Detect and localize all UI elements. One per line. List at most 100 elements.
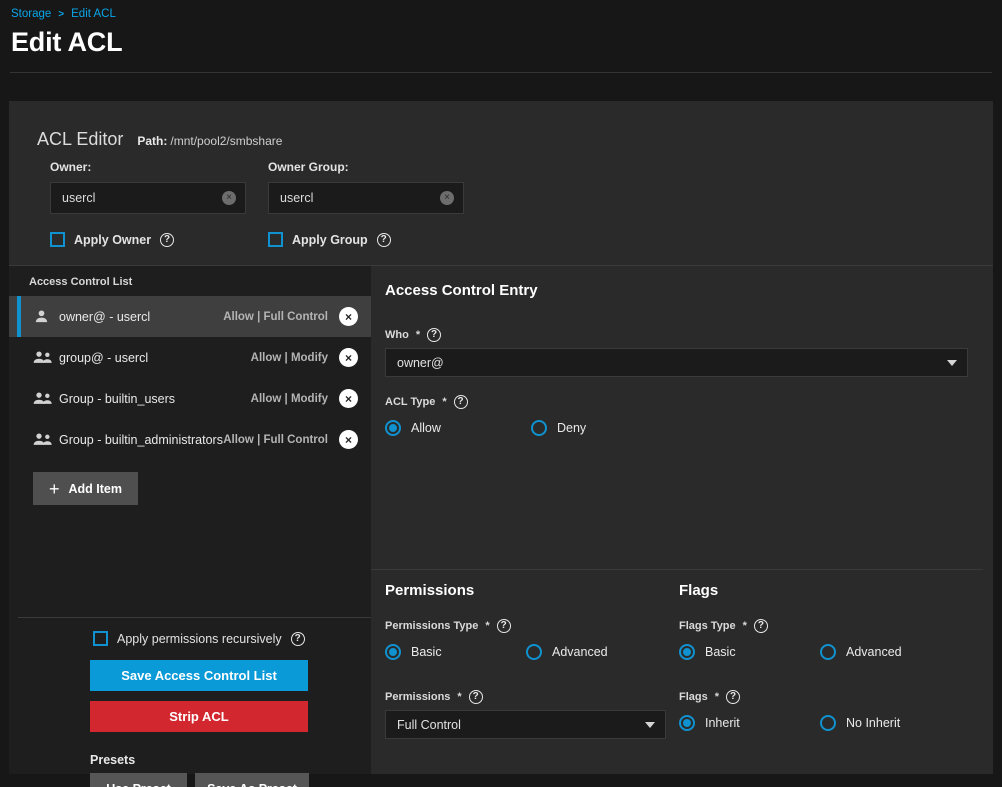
radio-label: Deny [557,421,587,435]
owner-group-input[interactable]: usercl × [268,182,464,214]
add-item-label: Add Item [68,481,122,496]
permissions-label-row: Permissions * ? [385,690,679,704]
permissions-section-title: Permissions [385,582,475,599]
breadcrumb-edit-acl[interactable]: Edit ACL [71,8,116,20]
radio-icon [820,715,836,731]
flags-label: Flags [679,691,708,703]
radio-label: Allow [411,421,441,435]
save-as-preset-button[interactable]: Save As Preset [195,773,309,787]
help-icon[interactable]: ? [726,690,741,704]
acl-entry-name: owner@ - usercl [59,309,151,324]
who-select[interactable]: owner@ [385,348,968,377]
preset-buttons: Use Preset Save As Preset [9,773,371,787]
owner-group-field-group: Owner Group: usercl × Apply Group ? [268,160,464,247]
access-control-list-panel: Access Control List owner@ - usercl Allow… [9,266,371,787]
group-icon [33,349,55,366]
radio-label: No Inherit [846,716,901,730]
radio-icon [385,420,401,436]
person-icon [33,308,55,325]
acl-entry-row[interactable]: Group - builtin_users Allow | Modify × [9,378,371,419]
who-field: Who * ? owner@ [385,328,993,377]
radio-option[interactable]: No Inherit [820,715,961,731]
strip-acl-button[interactable]: Strip ACL [90,701,308,732]
delete-entry-icon[interactable]: × [339,307,358,326]
ace-section-divider [371,569,983,570]
who-label-row: Who * ? [385,328,993,342]
acl-entry-permission: Allow | Modify [250,351,328,364]
apply-recursively-checkbox[interactable] [93,631,108,646]
add-item-wrap: + Add Item [9,460,371,505]
apply-group-checkbox[interactable] [268,232,283,247]
breadcrumb-storage[interactable]: Storage [11,8,51,20]
permissions-field: Permissions * ? Full Control [385,690,679,739]
acl-entry-row[interactable]: owner@ - usercl Allow | Full Control × [9,296,371,337]
radio-option[interactable]: Advanced [526,644,667,660]
path-display: Path:/mnt/pool2/smbshare [137,132,282,150]
permissions-select-value: Full Control [397,717,461,732]
owner-input-value: usercl [62,191,96,205]
acl-entry-permission: Allow | Modify [250,392,328,405]
editor-body: Access Control List owner@ - usercl Allow… [9,266,993,787]
help-icon[interactable]: ? [753,619,768,633]
owner-fields-row: Owner: usercl × Apply Owner ? Owner Grou… [9,150,993,247]
owner-label: Owner: [50,160,92,174]
acl-editor-header: ACL Editor Path:/mnt/pool2/smbshare [9,101,993,150]
apply-owner-row: Apply Owner ? [50,232,246,247]
apply-owner-label: Apply Owner [74,232,152,247]
help-icon[interactable]: ? [160,232,175,247]
delete-entry-icon[interactable]: × [339,389,358,408]
acl-editor-card: ACL Editor Path:/mnt/pool2/smbshare Owne… [9,101,993,787]
add-item-button[interactable]: + Add Item [33,472,138,505]
help-icon[interactable]: ? [376,232,391,247]
help-icon[interactable]: ? [496,619,511,633]
header-divider [10,72,992,73]
flags-label-row: Flags * ? [679,690,983,704]
acl-panel-divider [18,617,371,618]
acl-entry-row[interactable]: Group - builtin_administrators Allow | Fu… [9,419,371,460]
acl-type-label-row: ACL Type * ? [385,395,993,409]
radio-option[interactable]: Inherit [679,715,820,731]
flags-type-radio-group: Basic Advanced [679,644,983,660]
save-access-control-list-button[interactable]: Save Access Control List [90,660,308,691]
radio-option[interactable]: Allow [385,420,531,436]
flags-type-label: Flags Type [679,620,736,632]
permissions-type-radio-group: Basic Advanced [385,644,679,660]
owner-input[interactable]: usercl × [50,182,246,214]
radio-icon [385,644,401,660]
acl-list: owner@ - usercl Allow | Full Control × grou… [9,296,371,460]
radio-label: Basic [705,645,736,659]
use-preset-button[interactable]: Use Preset [90,773,187,787]
clear-icon[interactable]: × [222,191,236,205]
presets-title: Presets [90,753,136,767]
acl-type-radio-group: Allow Deny [385,420,993,436]
acl-entry-name: Group - builtin_users [59,391,176,406]
radio-option[interactable]: Basic [679,644,820,660]
help-icon[interactable]: ? [468,690,483,704]
delete-entry-icon[interactable]: × [339,348,358,367]
delete-entry-icon[interactable]: × [339,430,358,449]
ace-title: Access Control Entry [385,282,538,299]
path-value: /mnt/pool2/smbshare [170,134,283,148]
permissions-select[interactable]: Full Control [385,710,666,739]
apply-owner-checkbox[interactable] [50,232,65,247]
radio-option[interactable]: Basic [385,644,526,660]
clear-icon[interactable]: × [440,191,454,205]
help-icon[interactable]: ? [427,328,442,342]
apply-recursively-row: Apply permissions recursively ? [9,631,371,646]
ace-form: Who * ? owner@ ACL Type * ? Allow Deny [371,328,993,436]
radio-label: Inherit [705,716,740,730]
help-icon[interactable]: ? [453,395,468,409]
flags-required: * [714,691,720,703]
radio-option[interactable]: Deny [531,420,677,436]
path-label: Path: [137,134,168,148]
permissions-label: Permissions [385,691,451,703]
acl-entry-permission: Allow | Full Control [223,310,328,323]
page-header: Storage > Edit ACL Edit ACL [0,0,1002,58]
acl-entry-row[interactable]: group@ - usercl Allow | Modify × [9,337,371,378]
permissions-required: * [457,691,462,703]
radio-option[interactable]: Advanced [820,644,961,660]
acl-actions: Apply permissions recursively ? Save Acc… [9,631,371,787]
access-control-entry-panel: Access Control Entry Who * ? owner@ ACL … [371,266,993,774]
who-required: * [415,329,421,341]
help-icon[interactable]: ? [290,631,305,646]
